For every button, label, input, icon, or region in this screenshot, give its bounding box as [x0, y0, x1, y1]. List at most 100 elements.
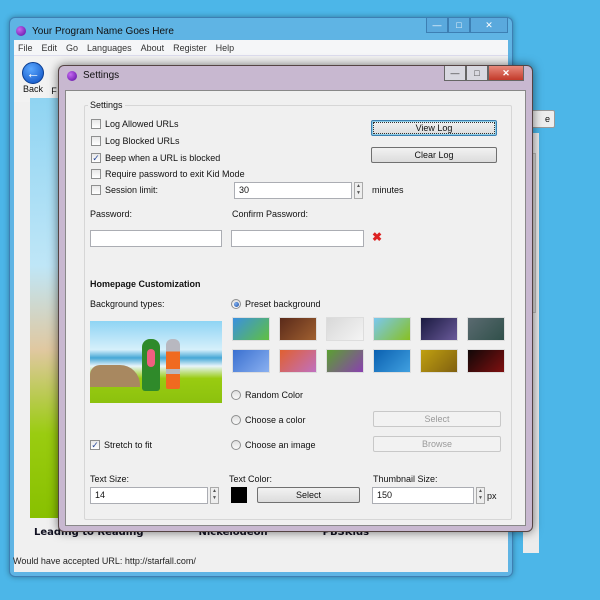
- back-label: Back: [22, 84, 43, 94]
- password-field[interactable]: [90, 230, 222, 247]
- dialog-maximize-button[interactable]: □: [466, 66, 488, 81]
- preset-thumbnail-orange-petals[interactable]: [279, 349, 317, 373]
- stretch-to-fit-checkbox[interactable]: ✓ Stretch to fit: [90, 440, 152, 450]
- confirm-password-field[interactable]: [231, 230, 364, 247]
- dialog-minimize-button[interactable]: —: [444, 66, 466, 81]
- checkbox-label: Beep when a URL is blocked: [105, 153, 221, 163]
- radio-dot: [233, 301, 239, 307]
- radio-label: Choose an image: [245, 440, 316, 450]
- thumbnail-size-label: Thumbnail Size:: [373, 474, 438, 484]
- view-log-button[interactable]: View Log: [371, 120, 497, 136]
- preset-thumbnail-balloon-sea[interactable]: [467, 317, 505, 341]
- checkbox-box[interactable]: [91, 169, 101, 179]
- menu-edit[interactable]: Edit: [42, 43, 58, 53]
- text-color-swatch: [231, 487, 247, 503]
- back-arrow-icon: ←: [22, 62, 44, 84]
- thumbnail-size-spinner[interactable]: ▲ ▼: [476, 487, 485, 504]
- dialog-close-button[interactable]: ✕: [488, 66, 524, 81]
- session-limit-checkbox[interactable]: Session limit:: [91, 185, 158, 195]
- menu-help[interactable]: Help: [216, 43, 235, 53]
- checkbox-box[interactable]: [91, 136, 101, 146]
- thumbnail-size-unit: px: [487, 491, 497, 501]
- spin-down-icon[interactable]: ▼: [211, 495, 218, 502]
- dialog-client: Settings Log Allowed URLs Log Blocked UR…: [65, 90, 526, 526]
- beep-blocked-checkbox[interactable]: ✓ Beep when a URL is blocked: [91, 153, 220, 163]
- preset-thumbnail-dragon-knight[interactable]: [373, 317, 411, 341]
- radio-label: Choose a color: [245, 415, 306, 425]
- maximize-button[interactable]: □: [448, 18, 470, 33]
- confirm-password-label: Confirm Password:: [232, 209, 309, 219]
- settings-group-title: Settings: [88, 100, 125, 110]
- dialog-title-bar: Settings: [67, 70, 119, 81]
- text-size-input[interactable]: 14: [90, 487, 208, 504]
- checkmark-icon[interactable]: ✓: [90, 440, 100, 450]
- random-color-radio[interactable]: Random Color: [231, 390, 303, 400]
- choose-color-radio[interactable]: Choose a color: [231, 415, 306, 425]
- text-size-label: Text Size:: [90, 474, 130, 484]
- spin-up-icon[interactable]: ▲: [355, 183, 362, 190]
- radio-button[interactable]: [231, 415, 241, 425]
- preset-thumbnail-creature-dark[interactable]: [279, 317, 317, 341]
- app-icon: [16, 26, 26, 36]
- choose-image-radio[interactable]: Choose an image: [231, 440, 316, 450]
- back-button[interactable]: ← Back: [18, 62, 48, 94]
- preset-thumbnail-foggy-forest[interactable]: [326, 317, 364, 341]
- dialog-app-icon: [67, 70, 77, 81]
- preset-thumbnail-earth-cartoon[interactable]: [232, 317, 270, 341]
- preset-thumbnail-yellow-flower[interactable]: [420, 349, 458, 373]
- preset-thumbnail-skydiver[interactable]: [232, 349, 270, 373]
- spin-down-icon[interactable]: ▼: [477, 495, 484, 502]
- preset-thumbnail-dark-red[interactable]: [467, 349, 505, 373]
- session-limit-spinner[interactable]: ▲ ▼: [354, 182, 363, 199]
- menu-register[interactable]: Register: [173, 43, 207, 53]
- spin-up-icon[interactable]: ▲: [477, 488, 484, 495]
- preset-thumbnail-space-planet[interactable]: [420, 317, 458, 341]
- clear-log-button[interactable]: Clear Log: [371, 147, 497, 163]
- main-title-bar: Your Program Name Goes Here: [16, 22, 174, 40]
- text-color-label: Text Color:: [229, 474, 273, 484]
- preset-thumbnail-blue-swoosh[interactable]: [373, 349, 411, 373]
- password-label: Password:: [90, 209, 133, 219]
- preset-thumbnail-purple-flowers[interactable]: [326, 349, 364, 373]
- settings-group: [84, 105, 512, 520]
- require-password-checkbox[interactable]: Require password to exit Kid Mode: [91, 169, 245, 179]
- browse-image-button[interactable]: Browse: [373, 436, 501, 452]
- checkbox-box[interactable]: [91, 119, 101, 129]
- main-window-controls: — □ ✕: [426, 18, 508, 33]
- preset-background-radio[interactable]: Preset background: [231, 299, 321, 309]
- menu-about[interactable]: About: [141, 43, 165, 53]
- dialog-title: Settings: [83, 70, 120, 81]
- session-limit-unit: minutes: [372, 185, 404, 195]
- log-allowed-urls-checkbox[interactable]: Log Allowed URLs: [91, 119, 179, 129]
- checkbox-label: Log Allowed URLs: [105, 119, 179, 129]
- radio-label: Random Color: [245, 390, 304, 400]
- radio-button[interactable]: [231, 390, 241, 400]
- spin-down-icon[interactable]: ▼: [355, 190, 362, 197]
- forward-label: F: [51, 86, 57, 96]
- minimize-button[interactable]: —: [426, 18, 448, 33]
- menu-file[interactable]: File: [18, 43, 33, 53]
- checkmark-icon[interactable]: ✓: [91, 153, 101, 163]
- menu-languages[interactable]: Languages: [87, 43, 132, 53]
- select-color-button[interactable]: Select: [373, 411, 501, 427]
- radio-button[interactable]: [231, 440, 241, 450]
- text-color-select-button[interactable]: Select: [257, 487, 360, 503]
- text-size-spinner[interactable]: ▲ ▼: [210, 487, 219, 504]
- background-preview: [90, 321, 222, 403]
- menu-bar: File Edit Go Languages About Register He…: [14, 40, 508, 56]
- spin-up-icon[interactable]: ▲: [211, 488, 218, 495]
- radio-selected[interactable]: [231, 299, 241, 309]
- checkbox-box[interactable]: [91, 185, 101, 195]
- session-limit-input[interactable]: 30: [234, 182, 352, 199]
- preview-bushes: [90, 365, 140, 387]
- preview-dragon: [142, 339, 160, 391]
- main-window-title: Your Program Name Goes Here: [32, 25, 174, 37]
- radio-label: Preset background: [245, 299, 321, 309]
- thumbnail-size-input[interactable]: 150: [372, 487, 474, 504]
- checkbox-label: Log Blocked URLs: [105, 136, 180, 146]
- password-mismatch-icon: ✖: [372, 230, 383, 244]
- homepage-customization-heading: Homepage Customization: [90, 279, 201, 289]
- close-button[interactable]: ✕: [470, 18, 508, 33]
- menu-go[interactable]: Go: [66, 43, 78, 53]
- log-blocked-urls-checkbox[interactable]: Log Blocked URLs: [91, 136, 180, 146]
